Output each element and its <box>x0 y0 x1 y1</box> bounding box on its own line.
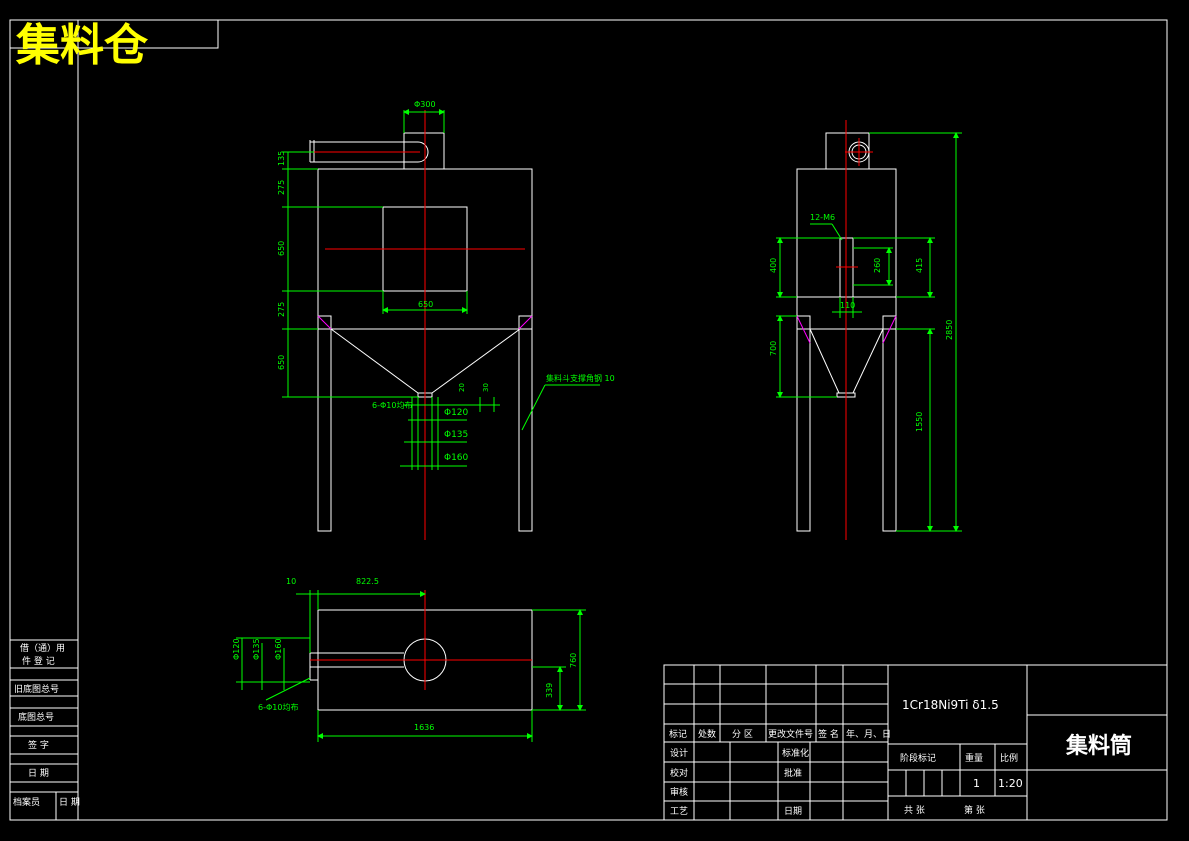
dim-339: 339 <box>545 683 554 698</box>
dim-dia-135: Φ135 <box>444 430 468 440</box>
tb-ratio: 比例 <box>1000 752 1018 764</box>
tb-sheets-total: 共 张 <box>904 805 925 816</box>
engineering-drawing: 集料仓 借（通）用 件 登 记 旧底图总号 底图总号 签 字 日 期 档案员 日… <box>9 19 1168 821</box>
bolt-note: 12-M6 <box>810 213 835 222</box>
dim-10: 10 <box>286 577 296 586</box>
dim-400: 400 <box>769 258 778 273</box>
dim-415: 415 <box>915 258 924 273</box>
dim-small-20: 20 <box>458 383 466 392</box>
tb-weight: 重量 <box>965 752 983 764</box>
tb-sign: 签 名 <box>818 728 839 740</box>
strip-row-2: 件 登 记 <box>22 655 55 667</box>
dim-top: 135 <box>277 151 286 166</box>
dim-dia-160: Φ160 <box>444 453 469 463</box>
dim-2850: 2850 <box>945 320 954 340</box>
tb-mark: 标记 <box>669 728 687 740</box>
tb-review: 审核 <box>670 786 688 798</box>
tb-scale: 1:20 <box>998 777 1023 790</box>
strip-row-3: 旧底图总号 <box>14 683 59 695</box>
dim-dia-a: Φ120 <box>232 638 241 660</box>
dim-1550: 1550 <box>915 412 924 432</box>
tb-sheet-no: 第 张 <box>964 804 985 816</box>
side-view: 12-M6 400 260 415 110 700 2850 1550 <box>769 120 962 540</box>
dim-top-dia: Φ300 <box>414 100 436 109</box>
tb-approve: 批准 <box>784 767 802 779</box>
front-view: Φ300 135 275 650 275 650 650 6-Φ10均布 Φ12… <box>277 100 615 540</box>
tb-docno: 更改文件号 <box>768 728 813 740</box>
dim-110: 110 <box>840 301 855 310</box>
strip-row-4: 底图总号 <box>18 711 54 723</box>
support-note: 集料斗支撑角钢 10 <box>546 373 615 383</box>
dim-700: 700 <box>769 341 778 356</box>
hole-note-front: 6-Φ10均布 <box>372 400 412 410</box>
tb-quantity: 1 <box>973 777 980 790</box>
strip-row-5: 签 字 <box>28 739 49 751</box>
dim-window-width: 650 <box>418 300 433 309</box>
dim-middle: 650 <box>277 241 286 256</box>
top-view: 10 822.5 Φ120 Φ135 Φ160 6-Φ10均布 760 339 … <box>232 577 586 742</box>
dim-dia-120: Φ120 <box>444 408 469 418</box>
dim-1636: 1636 <box>414 723 434 732</box>
hole-note-top: 6-Φ10均布 <box>258 702 298 712</box>
dim-dia-c: Φ160 <box>274 638 283 660</box>
dim-822: 822.5 <box>356 577 379 586</box>
strip-row-8: 日 期 <box>59 797 80 808</box>
tb-process: 工艺 <box>670 806 688 817</box>
tb-design: 设计 <box>670 747 688 759</box>
strip-row-1: 借（通）用 <box>20 642 65 654</box>
dim-260: 260 <box>873 258 882 273</box>
material-spec: 1Cr18Ni9Ti δ1.5 <box>902 698 999 712</box>
tb-stage-mark: 阶段标记 <box>900 752 936 764</box>
left-strip <box>10 639 78 820</box>
tb-standard: 标准化 <box>782 747 809 759</box>
top-title: 集料仓 <box>15 20 149 71</box>
tb-check: 校对 <box>670 767 688 779</box>
tb-zone: 分 区 <box>732 729 753 740</box>
tb-date-row: 日期 <box>784 806 802 817</box>
dim-upper: 275 <box>277 180 286 195</box>
dim-dia-b: Φ135 <box>252 638 261 660</box>
dim-lower: 275 <box>277 302 286 317</box>
tb-count: 处数 <box>698 728 716 740</box>
dim-hopper: 650 <box>277 355 286 370</box>
strip-row-6: 日 期 <box>28 768 49 779</box>
drawing-title: 集料筒 <box>1065 733 1132 759</box>
dim-small-30: 30 <box>482 383 490 392</box>
strip-row-7: 档案员 <box>13 796 40 808</box>
dim-760: 760 <box>569 653 578 668</box>
tb-date: 年、月、日 <box>846 728 891 740</box>
